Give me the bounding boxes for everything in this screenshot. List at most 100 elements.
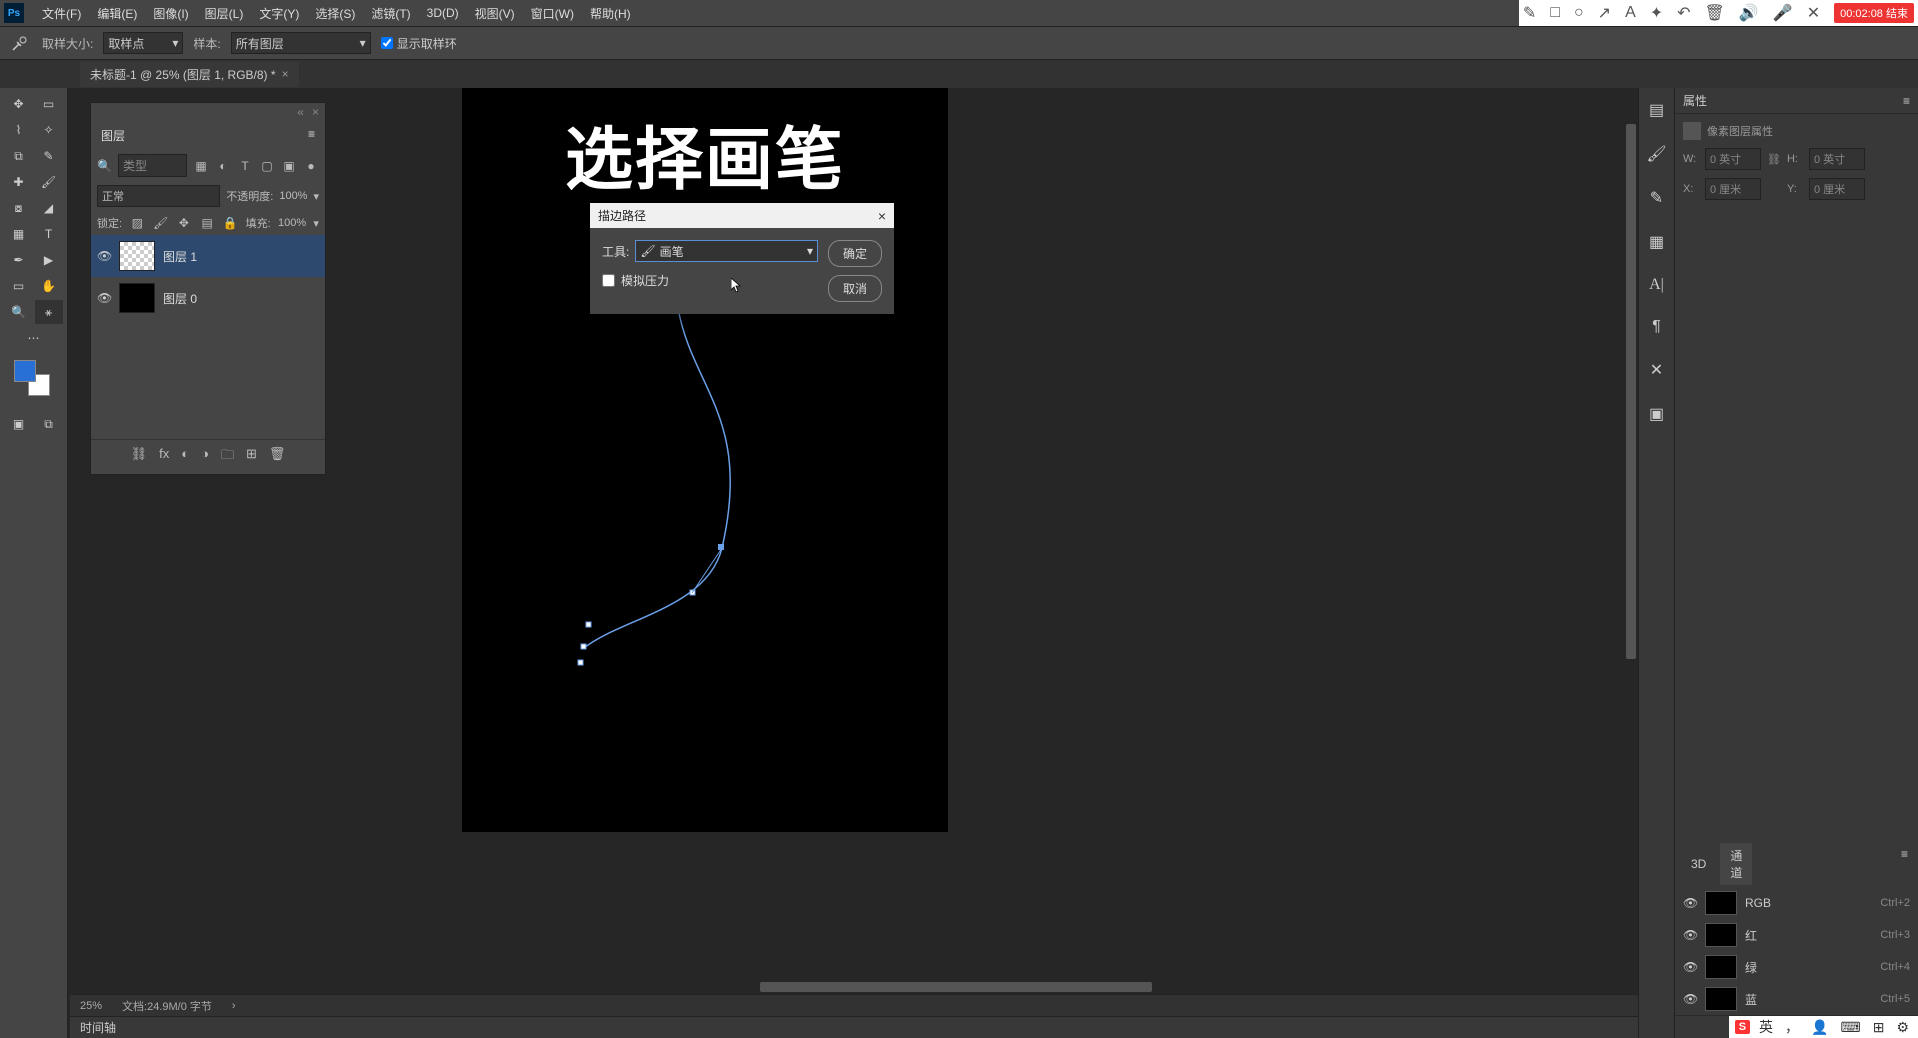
hand-tool[interactable]: ✋ [35, 274, 63, 298]
mic-icon[interactable]: 🎤 [1773, 3, 1793, 23]
move-tool[interactable]: ✥ [5, 92, 33, 116]
channel-rgb[interactable]: 👁 RGB Ctrl+2 [1675, 887, 1918, 919]
swatches-icon[interactable]: ▦ [1649, 226, 1664, 258]
library-icon[interactable]: ▣ [1649, 398, 1664, 430]
crop-tool[interactable]: ⧉ [5, 144, 33, 168]
dialog-close-icon[interactable]: × [878, 208, 886, 224]
doc-size[interactable]: 文档:24.9M/0 字节 [122, 998, 212, 1014]
brush-preset-icon[interactable]: ✎ [1650, 182, 1663, 214]
history-icon[interactable]: ▤ [1649, 94, 1664, 126]
link-icon[interactable]: ⛓ [1767, 153, 1781, 166]
sample-size-dropdown[interactable]: 取样点▾ [103, 32, 183, 54]
ime-keyboard-icon[interactable]: ⌨ [1837, 1019, 1863, 1036]
menu-help[interactable]: 帮助(H) [582, 1, 639, 26]
panel-menu-icon[interactable]: ≡ [1897, 843, 1912, 885]
color-swatches[interactable] [2, 358, 65, 402]
tab-3d[interactable]: 3D [1681, 843, 1716, 885]
undo-icon[interactable]: ↶ [1677, 3, 1690, 23]
fx-icon[interactable]: fx [159, 446, 169, 468]
pencil-icon[interactable]: ✎ [1523, 3, 1536, 23]
eye-icon[interactable]: 👁 [1683, 960, 1697, 974]
x-field[interactable]: 0 厘米 [1705, 178, 1761, 200]
eye-icon[interactable]: 👁 [1683, 896, 1697, 910]
lasso-tool[interactable]: ⌇ [5, 118, 33, 142]
scrollbar-thumb[interactable] [760, 982, 1152, 992]
menu-layer[interactable]: 图层(L) [197, 1, 252, 26]
brush-tool[interactable]: 🖌 [35, 170, 63, 194]
quickmask-icon[interactable]: ▣ [5, 412, 33, 436]
lock-nest-icon[interactable]: ▤ [199, 215, 215, 231]
menu-3d[interactable]: 3D(D) [419, 2, 467, 24]
document-tab[interactable]: 未标题-1 @ 25% (图层 1, RGB/8) * × [80, 62, 299, 87]
ime-grid-icon[interactable]: ⊞ [1870, 1019, 1888, 1036]
filter-shape-icon[interactable]: ▢ [259, 158, 275, 174]
foreground-color[interactable] [14, 360, 36, 382]
record-timer[interactable]: 00:02:08 结束 [1834, 3, 1914, 23]
lock-pos-icon[interactable]: ✥ [176, 215, 192, 231]
adjustment-icon[interactable]: ◑ [201, 446, 209, 468]
timeline-bar[interactable]: 时间轴 [70, 1016, 1638, 1038]
menu-edit[interactable]: 编辑(E) [89, 1, 145, 26]
blend-mode-dropdown[interactable]: 正常 [97, 185, 220, 207]
collapse-icon[interactable]: « [297, 105, 304, 119]
eyedropper-tool[interactable]: ✎ [35, 144, 63, 168]
y-field[interactable]: 0 厘米 [1809, 178, 1865, 200]
marquee-tool[interactable]: ▭ [35, 92, 63, 116]
sound-icon[interactable]: 🔊 [1739, 3, 1759, 23]
filter-adjust-icon[interactable]: ◐ [215, 158, 231, 174]
filter-text-icon[interactable]: T [237, 158, 253, 174]
filter-toggle-icon[interactable]: ● [303, 158, 319, 174]
search-icon[interactable]: 🔍 [97, 159, 112, 173]
zoom-level[interactable]: 25% [80, 1000, 102, 1012]
color-sampler-tool[interactable]: ⚹ [35, 300, 63, 324]
layer-item[interactable]: 👁 图层 0 [91, 277, 325, 319]
arrow-icon[interactable]: ↗ [1598, 3, 1611, 23]
layer-item[interactable]: 👁 图层 1 [91, 235, 325, 277]
canvas[interactable]: 选择画笔 [462, 88, 948, 832]
dialog-titlebar[interactable]: 描边路径 × [590, 203, 894, 228]
vertical-scrollbar[interactable] [1624, 88, 1638, 980]
lock-paint-icon[interactable]: 🖌 [153, 215, 169, 231]
menu-type[interactable]: 文字(Y) [251, 1, 307, 26]
eye-icon[interactable]: 👁 [97, 291, 111, 305]
channel-red[interactable]: 👁 红 Ctrl+3 [1675, 919, 1918, 951]
text-tool-icon[interactable]: A [1625, 4, 1636, 22]
w-field[interactable]: 0 英寸 [1705, 148, 1761, 170]
show-sampling-ring-checkbox[interactable]: 显示取样环 [381, 35, 457, 52]
square-icon[interactable]: □ [1550, 4, 1560, 22]
magic-wand-tool[interactable]: ✧ [35, 118, 63, 142]
layer-filter-dropdown[interactable]: 类型 [118, 154, 187, 177]
ok-button[interactable]: 确定 [828, 240, 882, 267]
current-tool-icon[interactable] [8, 31, 32, 55]
new-layer-icon[interactable]: ⊞ [246, 446, 257, 468]
menu-filter[interactable]: 滤镜(T) [363, 1, 418, 26]
layer-name[interactable]: 图层 1 [163, 248, 197, 265]
close-rec-icon[interactable]: ✕ [1807, 3, 1820, 23]
gradient-tool[interactable]: ▦ [5, 222, 33, 246]
filter-smart-icon[interactable]: ▣ [281, 158, 297, 174]
text-tool[interactable]: T [35, 222, 63, 246]
menu-file[interactable]: 文件(F) [34, 1, 89, 26]
channel-green[interactable]: 👁 绿 Ctrl+4 [1675, 951, 1918, 983]
menu-view[interactable]: 视图(V) [467, 1, 523, 26]
mask-icon[interactable]: ◐ [181, 446, 189, 468]
ime-lang[interactable]: 英 [1756, 1017, 1776, 1037]
filter-pixel-icon[interactable]: ▦ [193, 158, 209, 174]
tab-close-icon[interactable]: × [282, 67, 289, 81]
screenmode-icon[interactable]: ⧉ [35, 412, 63, 436]
brush-panel-icon[interactable]: 🖌 [1646, 138, 1666, 170]
tools-icon[interactable]: ✕ [1650, 354, 1663, 386]
highlight-icon[interactable]: ✦ [1650, 3, 1663, 23]
eye-icon[interactable]: 👁 [1683, 928, 1697, 942]
fill-value[interactable]: 100% [278, 217, 306, 229]
trash-icon[interactable]: 🗑 [1705, 3, 1725, 23]
ime-bar[interactable]: S 英 ， 👤 ⌨ ⊞ ⚙ [1729, 1016, 1918, 1038]
circle-icon[interactable]: ○ [1574, 4, 1584, 22]
stamp-tool[interactable]: ⧇ [5, 196, 33, 220]
ellipsis-tool[interactable]: ⋯ [20, 326, 48, 350]
channel-blue[interactable]: 👁 蓝 Ctrl+5 [1675, 983, 1918, 1015]
group-icon[interactable]: 🗀 [221, 446, 234, 468]
ime-punct-icon[interactable]: ， [1782, 1017, 1802, 1037]
menu-window[interactable]: 窗口(W) [523, 1, 582, 26]
h-field[interactable]: 0 英寸 [1809, 148, 1865, 170]
